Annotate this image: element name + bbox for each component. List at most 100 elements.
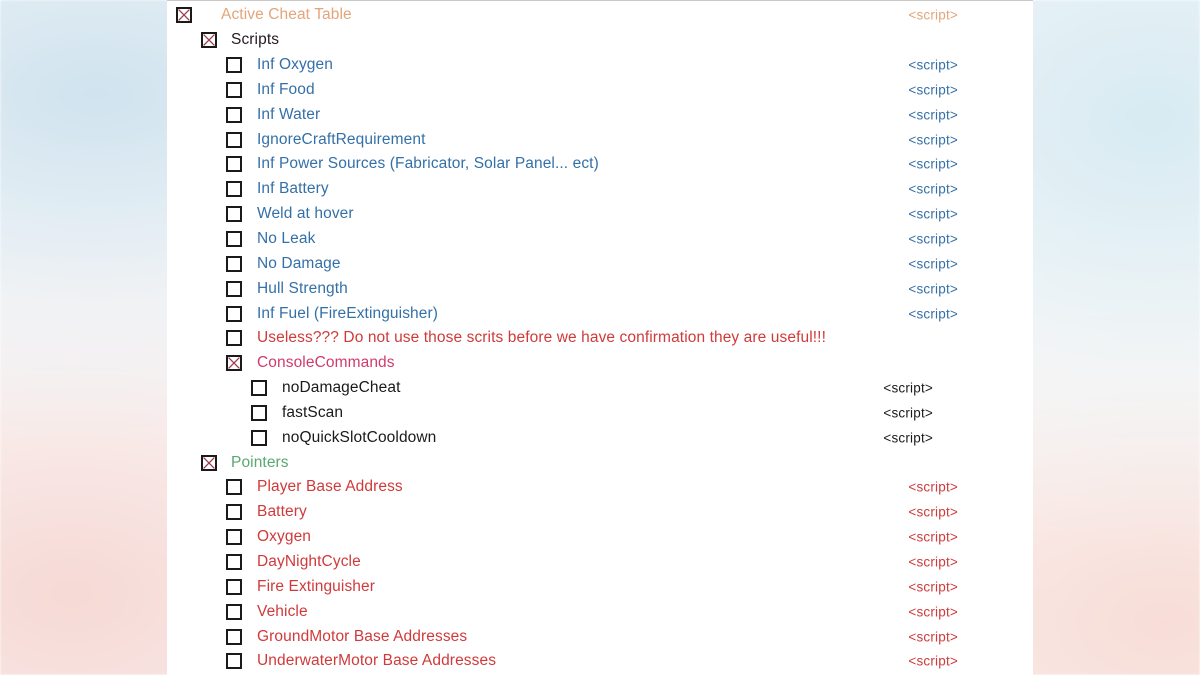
script-link[interactable]: <script> xyxy=(908,58,958,73)
checkbox-unchecked-icon[interactable] xyxy=(226,57,242,74)
checkbox-unchecked-icon[interactable] xyxy=(251,429,267,446)
item-fire-extinguisher[interactable]: Fire Extinguisher xyxy=(257,578,375,596)
tree-row[interactable]: GroundMotor Base Addresses <script> xyxy=(167,624,1033,649)
tree-row[interactable]: fastScan <script> xyxy=(167,401,1033,426)
item-no-quick-slot-cooldown[interactable]: noQuickSlotCooldown xyxy=(282,429,436,447)
checkbox-unchecked-icon[interactable] xyxy=(226,504,242,521)
item-oxygen[interactable]: Oxygen xyxy=(257,528,311,546)
tree-row[interactable]: DayNightCycle <script> xyxy=(167,550,1033,575)
checkbox-unchecked-icon[interactable] xyxy=(226,603,242,620)
item-inf-battery[interactable]: Inf Battery xyxy=(257,180,329,198)
script-link[interactable]: <script> xyxy=(908,232,958,247)
tree-row[interactable]: Inf Food <script> xyxy=(167,78,1033,103)
script-link[interactable]: <script> xyxy=(908,505,958,520)
item-ground-motor-base-addresses[interactable]: GroundMotor Base Addresses xyxy=(257,628,467,646)
group-scripts[interactable]: Scripts xyxy=(231,31,279,49)
tree-row[interactable]: Useless??? Do not use those scrits befor… xyxy=(167,326,1033,351)
script-link[interactable]: <script> xyxy=(908,182,958,197)
checkbox-unchecked-icon[interactable] xyxy=(226,280,242,297)
item-inf-food[interactable]: Inf Food xyxy=(257,81,315,99)
checkbox-unchecked-icon[interactable] xyxy=(226,305,242,322)
item-no-damage-cheat[interactable]: noDamageCheat xyxy=(282,379,401,397)
checkbox-checked-icon[interactable] xyxy=(226,355,242,372)
cheat-table-tree[interactable]: Active Cheat Table <script> Scripts Inf Oxy… xyxy=(167,1,1033,674)
tree-row[interactable]: Battery <script> xyxy=(167,500,1033,525)
item-day-night-cycle[interactable]: DayNightCycle xyxy=(257,553,361,571)
script-link[interactable]: <script> xyxy=(883,405,933,420)
tree-row[interactable]: No Leak <script> xyxy=(167,227,1033,252)
script-link[interactable]: <script> xyxy=(908,654,958,669)
checkbox-unchecked-icon[interactable] xyxy=(226,578,242,595)
root-active-cheat-table[interactable]: Active Cheat Table xyxy=(221,6,352,24)
item-ignore-craft-requirement[interactable]: IgnoreCraftRequirement xyxy=(257,131,425,149)
script-link[interactable]: <script> xyxy=(908,82,958,97)
item-inf-fuel[interactable]: Inf Fuel (FireExtinguisher) xyxy=(257,305,438,323)
checkbox-unchecked-icon[interactable] xyxy=(226,553,242,570)
item-no-damage[interactable]: No Damage xyxy=(257,255,341,273)
script-link[interactable]: <script> xyxy=(908,480,958,495)
tree-row[interactable]: ConsoleCommands xyxy=(167,351,1033,376)
item-weld-at-hover[interactable]: Weld at hover xyxy=(257,205,354,223)
checkbox-unchecked-icon[interactable] xyxy=(226,156,242,173)
checkbox-unchecked-icon[interactable] xyxy=(226,628,242,645)
tree-row[interactable]: Oxygen <script> xyxy=(167,525,1033,550)
script-link[interactable]: <script> xyxy=(908,554,958,569)
item-inf-power-sources[interactable]: Inf Power Sources (Fabricator, Solar Pan… xyxy=(257,155,599,173)
tree-row[interactable]: Inf Power Sources (Fabricator, Solar Pan… xyxy=(167,152,1033,177)
tree-row[interactable]: Pointers xyxy=(167,450,1033,475)
checkbox-unchecked-icon[interactable] xyxy=(251,404,267,421)
tree-row[interactable]: Scripts xyxy=(167,28,1033,53)
item-player-base-address[interactable]: Player Base Address xyxy=(257,478,403,496)
tree-row[interactable]: Inf Fuel (FireExtinguisher) <script> xyxy=(167,301,1033,326)
tree-row[interactable]: Inf Water <script> xyxy=(167,102,1033,127)
checkbox-checked-icon[interactable] xyxy=(201,454,217,471)
checkbox-checked-icon[interactable] xyxy=(201,32,217,49)
tree-row[interactable]: Vehicle <script> xyxy=(167,599,1033,624)
tree-row[interactable]: Inf Oxygen <script> xyxy=(167,53,1033,78)
item-no-leak[interactable]: No Leak xyxy=(257,230,315,248)
checkbox-unchecked-icon[interactable] xyxy=(226,255,242,272)
script-link[interactable]: <script> xyxy=(908,107,958,122)
script-link[interactable]: <script> xyxy=(908,579,958,594)
checkbox-checked-icon[interactable] xyxy=(176,7,192,24)
script-link[interactable]: <script> xyxy=(908,604,958,619)
item-useless-warning[interactable]: Useless??? Do not use those scrits befor… xyxy=(257,329,826,347)
item-inf-water[interactable]: Inf Water xyxy=(257,106,320,124)
item-battery[interactable]: Battery xyxy=(257,503,307,521)
group-pointers[interactable]: Pointers xyxy=(231,454,289,472)
item-vehicle[interactable]: Vehicle xyxy=(257,603,308,621)
tree-row[interactable]: Inf Battery <script> xyxy=(167,177,1033,202)
checkbox-unchecked-icon[interactable] xyxy=(226,181,242,198)
script-link[interactable]: <script> xyxy=(908,306,958,321)
tree-row[interactable]: Hull Strength <script> xyxy=(167,276,1033,301)
script-link[interactable]: <script> xyxy=(908,256,958,271)
script-link[interactable]: <script> xyxy=(883,430,933,445)
checkbox-unchecked-icon[interactable] xyxy=(226,231,242,248)
item-inf-oxygen[interactable]: Inf Oxygen xyxy=(257,56,333,74)
script-link[interactable]: <script> xyxy=(908,629,958,644)
tree-row[interactable]: noDamageCheat <script> xyxy=(167,376,1033,401)
group-console-commands[interactable]: ConsoleCommands xyxy=(257,354,395,372)
script-link[interactable]: <script> xyxy=(908,207,958,222)
checkbox-unchecked-icon[interactable] xyxy=(226,529,242,546)
script-link[interactable]: <script> xyxy=(883,381,933,396)
checkbox-unchecked-icon[interactable] xyxy=(251,380,267,397)
item-hull-strength[interactable]: Hull Strength xyxy=(257,280,348,298)
checkbox-unchecked-icon[interactable] xyxy=(226,206,242,223)
checkbox-unchecked-icon[interactable] xyxy=(226,653,242,670)
tree-row[interactable]: Fire Extinguisher <script> xyxy=(167,574,1033,599)
tree-row[interactable]: noQuickSlotCooldown <script> xyxy=(167,425,1033,450)
tree-row[interactable]: No Damage <script> xyxy=(167,251,1033,276)
script-link[interactable]: <script> xyxy=(908,157,958,172)
checkbox-unchecked-icon[interactable] xyxy=(226,106,242,123)
checkbox-unchecked-icon[interactable] xyxy=(226,479,242,496)
checkbox-unchecked-icon[interactable] xyxy=(226,131,242,148)
script-link[interactable]: <script> xyxy=(908,281,958,296)
checkbox-unchecked-icon[interactable] xyxy=(226,330,242,347)
checkbox-unchecked-icon[interactable] xyxy=(226,81,242,98)
tree-row[interactable]: Player Base Address <script> xyxy=(167,475,1033,500)
script-link[interactable]: <script> xyxy=(908,530,958,545)
tree-row[interactable]: IgnoreCraftRequirement <script> xyxy=(167,127,1033,152)
script-link[interactable]: <script> xyxy=(908,8,958,23)
script-link[interactable]: <script> xyxy=(908,132,958,147)
